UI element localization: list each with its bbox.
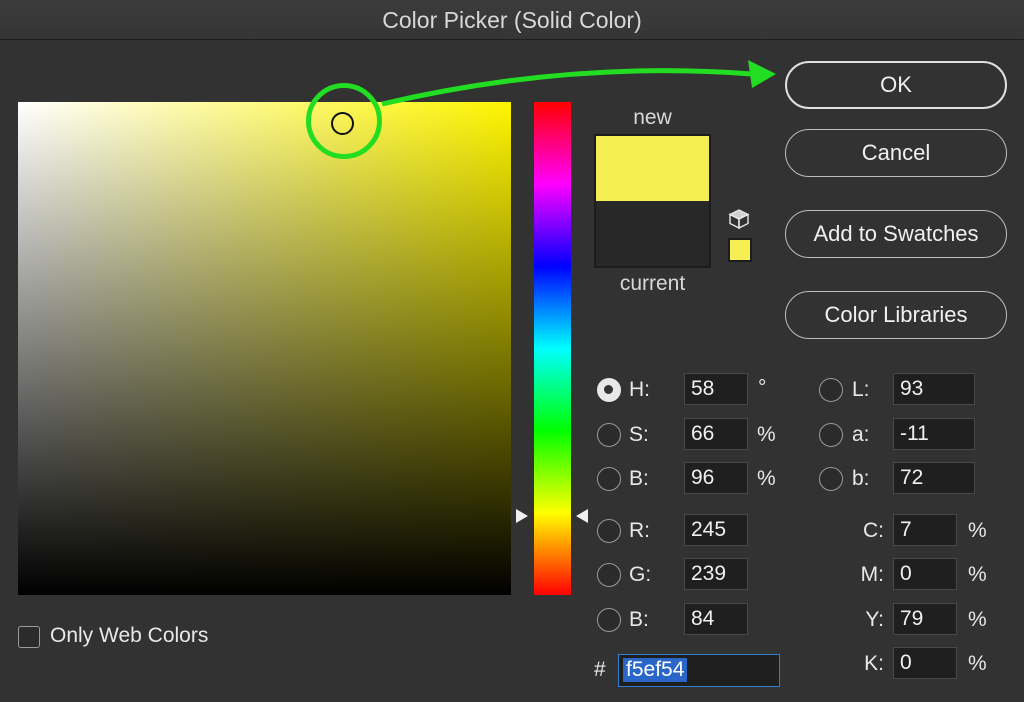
black-unit: % [968, 652, 987, 675]
blue-input[interactable]: 84 [684, 603, 748, 635]
saturation-label: S: [629, 423, 649, 446]
green-input[interactable]: 239 [684, 558, 748, 590]
lab-a-label: a: [852, 423, 870, 446]
yellow-label: Y: [865, 608, 884, 631]
saturation-radio[interactable] [597, 423, 621, 447]
red-input[interactable]: 245 [684, 514, 748, 546]
lab-l-label: L: [852, 378, 870, 401]
blue-label: B: [629, 608, 649, 631]
lab-a-input[interactable]: -11 [893, 418, 975, 450]
hue-label: H: [629, 378, 650, 401]
web-safe-swatch[interactable] [728, 238, 752, 262]
color-libraries-button[interactable]: Color Libraries [785, 291, 1007, 339]
yellow-input[interactable]: 79 [893, 603, 957, 635]
yellow-unit: % [968, 608, 987, 631]
blue-radio[interactable] [597, 608, 621, 632]
color-preview [594, 134, 711, 268]
magenta-input[interactable]: 0 [893, 558, 957, 590]
hue-slider-left-handle[interactable] [516, 509, 528, 523]
magenta-label: M: [860, 563, 884, 586]
brightness-label: B: [629, 467, 649, 490]
saturation-unit: % [757, 423, 776, 446]
add-to-swatches-button[interactable]: Add to Swatches [785, 210, 1007, 258]
black-label: K: [864, 652, 884, 675]
only-web-colors-checkbox[interactable] [18, 626, 40, 648]
ok-button[interactable]: OK [785, 61, 1007, 109]
brightness-input[interactable]: 96 [684, 462, 748, 494]
cancel-button[interactable]: Cancel [785, 129, 1007, 177]
current-label: current [619, 272, 686, 295]
brightness-radio[interactable] [597, 467, 621, 491]
hue-input[interactable]: 58 [684, 373, 748, 405]
lab-l-input[interactable]: 93 [893, 373, 975, 405]
new-label: new [633, 106, 672, 129]
black-input[interactable]: 0 [893, 647, 957, 679]
magenta-unit: % [968, 563, 987, 586]
cyan-label: C: [863, 519, 884, 542]
hue-slider-right-handle[interactable] [576, 509, 588, 523]
hex-value-selected: f5ef54 [623, 658, 688, 682]
lab-l-radio[interactable] [819, 378, 843, 402]
hue-unit: ° [758, 376, 767, 399]
hue-radio[interactable] [597, 378, 621, 402]
lab-b-label: b: [852, 467, 870, 490]
current-color-swatch[interactable] [596, 201, 709, 266]
lab-a-radio[interactable] [819, 423, 843, 447]
red-radio[interactable] [597, 519, 621, 543]
hex-input[interactable]: f5ef54 [618, 654, 780, 687]
cube-icon[interactable] [728, 208, 750, 230]
cyan-unit: % [968, 519, 987, 542]
hue-slider-bar[interactable] [534, 102, 571, 595]
hex-hash: # [594, 658, 606, 681]
red-label: R: [629, 519, 650, 542]
lab-b-input[interactable]: 72 [893, 462, 975, 494]
saturation-input[interactable]: 66 [684, 418, 748, 450]
green-label: G: [629, 563, 652, 586]
new-color-swatch [596, 136, 709, 201]
lab-b-radio[interactable] [819, 467, 843, 491]
cyan-input[interactable]: 7 [893, 514, 957, 546]
brightness-unit: % [757, 467, 776, 490]
only-web-colors-label: Only Web Colors [50, 624, 209, 647]
green-radio[interactable] [597, 563, 621, 587]
